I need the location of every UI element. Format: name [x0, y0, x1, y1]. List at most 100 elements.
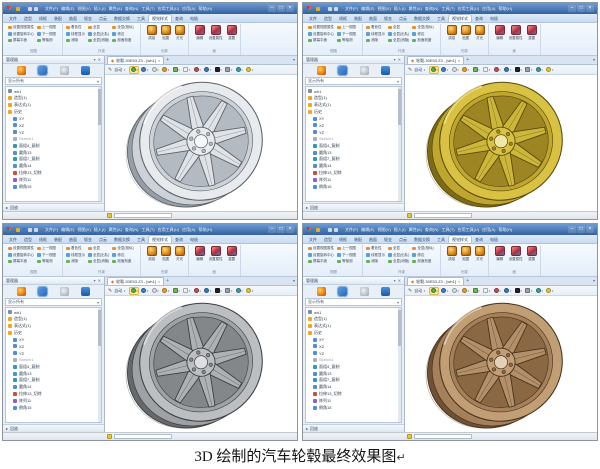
feature-tree-item[interactable]: 倒角15: [6, 183, 101, 190]
feature-tree-item[interactable]: 圆角14: [306, 163, 401, 170]
manager-tab-icon[interactable]: [359, 66, 369, 75]
menu-item[interactable]: 帮助(H): [499, 6, 513, 12]
manager-tab-icon[interactable]: [337, 286, 349, 297]
quick-access-icon[interactable]: [316, 6, 320, 11]
filter-icon[interactable]: [107, 213, 112, 218]
close-icon[interactable]: ×: [458, 279, 460, 284]
feature-tree-item[interactable]: 阵列11: [306, 176, 401, 183]
display-mode-button[interactable]: ▾: [214, 67, 222, 73]
ribbon-command[interactable]: 设置视图属性: [308, 25, 334, 30]
ribbon-command-large[interactable]: 烘焙: [446, 25, 457, 41]
ribbon-command[interactable]: 着色性: [366, 25, 385, 30]
feature-tree-item[interactable]: XZ: [6, 122, 101, 129]
manager-tab-icon[interactable]: [37, 65, 49, 76]
ribbon-command[interactable]: 屏幕平面: [8, 38, 34, 43]
feature-tree-item[interactable]: 拉伸13_切除: [306, 391, 401, 398]
ribbon-command[interactable]: 上一视图: [337, 25, 356, 30]
new-tab-button[interactable]: +: [166, 277, 169, 285]
scrollbar-thumb[interactable]: [98, 89, 101, 126]
feature-tree-item[interactable]: YZ: [306, 350, 401, 357]
edit-icon[interactable]: ✎: [408, 67, 412, 73]
display-mode-button[interactable]: ▾: [483, 288, 491, 294]
scrollbar[interactable]: [398, 87, 401, 201]
feature-tree-item[interactable]: XZ: [6, 343, 101, 350]
menu-item[interactable]: 帮助(H): [199, 227, 213, 233]
close-icon[interactable]: ×: [158, 58, 160, 63]
scrollbar[interactable]: [98, 308, 101, 422]
menu-item[interactable]: 插入(I): [94, 6, 106, 12]
ribbon-command-large[interactable]: 重置: [526, 25, 537, 41]
manager-tab-icon[interactable]: [317, 287, 327, 296]
display-filter-dropdown[interactable]: 显示所有 ▾: [305, 77, 402, 85]
ribbon-tab[interactable]: 文件: [6, 236, 20, 243]
ribbon-command[interactable]: 线框显示: [366, 253, 385, 258]
display-mode-button[interactable]: ▾: [504, 288, 512, 294]
ribbon-tab[interactable]: 点云: [396, 236, 410, 243]
ribbon-tab[interactable]: 文件: [6, 15, 20, 22]
manager-tab-icon[interactable]: [317, 66, 327, 75]
menu-item[interactable]: 属性(A): [109, 6, 122, 12]
feature-tree-item[interactable]: 倒角15: [6, 404, 101, 411]
menu-item[interactable]: 属性(A): [409, 6, 422, 12]
feature-tree-item[interactable]: 倒角15: [306, 404, 401, 411]
ribbon-tab[interactable]: 查询: [472, 236, 486, 243]
feature-tree-item[interactable]: 阵列11: [6, 176, 101, 183]
feature-tree-item[interactable]: wh1: [306, 309, 401, 316]
viewport[interactable]: [405, 296, 597, 432]
ribbon-command[interactable]: 全显: [88, 246, 109, 251]
feature-tree-item[interactable]: 拉伸13_切除: [6, 391, 101, 398]
feature-tree-item[interactable]: 历史: [306, 108, 401, 115]
feature-tree-item[interactable]: 表达式(1): [306, 323, 401, 330]
display-filter-dropdown[interactable]: 显示所有 ▾: [5, 77, 102, 85]
feature-tree-item[interactable]: 圆角13: [6, 370, 101, 377]
ribbon-tab[interactable]: 装配: [351, 15, 365, 22]
ribbon-tab[interactable]: 装配: [51, 15, 65, 22]
manager-tab-icon[interactable]: [80, 287, 90, 296]
feature-tree-item[interactable]: 表达式(1): [306, 102, 401, 109]
ribbon-command-large[interactable]: 烘焙: [146, 25, 157, 41]
quick-access-icon[interactable]: [16, 6, 20, 11]
manager-tab-icon[interactable]: [80, 66, 90, 75]
ribbon-command[interactable]: 全显: [88, 25, 109, 30]
ribbon-command-large[interactable]: 重置: [226, 25, 237, 41]
scrollbar-thumb[interactable]: [398, 89, 401, 126]
display-mode-button[interactable]: ▾: [193, 288, 201, 294]
menu-item[interactable]: 插入(I): [394, 6, 406, 12]
display-mode-button[interactable]: ▾: [193, 67, 201, 73]
new-tab-button[interactable]: +: [466, 277, 469, 285]
ribbon-tab[interactable]: 工具: [134, 15, 148, 22]
display-mode-button[interactable]: ▾: [246, 67, 254, 73]
menu-item[interactable]: 文件(F): [45, 6, 58, 12]
display-mode-button[interactable]: ▾: [546, 288, 554, 294]
feature-tree-item[interactable]: wh1: [6, 309, 101, 316]
feature-tree-item[interactable]: 圆角13: [306, 149, 401, 156]
feature-tree-item[interactable]: XY: [306, 115, 401, 122]
ribbon-tab[interactable]: 文件: [306, 236, 320, 243]
document-tab[interactable]: ◆ 轮毂-30E53.Z3 - [wh1] ×: [407, 277, 465, 285]
display-mode-button[interactable]: ▾: [535, 67, 543, 73]
feature-tree-item[interactable]: 历史: [6, 108, 101, 115]
feature-tree-item[interactable]: XY: [6, 115, 101, 122]
menu-item[interactable]: 文件(F): [45, 227, 58, 233]
ribbon-tab[interactable]: 电极: [187, 236, 201, 243]
ribbon-command-large[interactable]: 重置: [526, 246, 537, 262]
display-mode-button[interactable]: ▾: [546, 67, 554, 73]
menu-item[interactable]: 工具(T): [141, 6, 154, 12]
display-mode-button[interactable]: ▾: [151, 67, 159, 73]
ribbon-command[interactable]: 全显: [388, 246, 409, 251]
ribbon-tab[interactable]: 查询: [472, 15, 486, 22]
feature-tree-item[interactable]: 拉伸13_切除: [306, 170, 401, 177]
ribbon-command[interactable]: 线框显示: [66, 253, 85, 258]
filter-icon[interactable]: [407, 434, 412, 439]
auto-dropdown[interactable]: 自动 ▾: [114, 288, 125, 294]
quick-access-icon[interactable]: [22, 6, 26, 11]
ribbon-command[interactable]: 屏幕平面: [308, 38, 334, 43]
ribbon-command[interactable]: 消隐: [366, 38, 385, 43]
display-filter-dropdown[interactable]: 显示所有 ▾: [5, 298, 102, 306]
menu-item[interactable]: 编辑(E): [61, 6, 74, 12]
status-filter-input[interactable]: [414, 434, 472, 439]
close-icon[interactable]: ✕: [98, 278, 101, 283]
ribbon-command[interactable]: 消隐: [66, 38, 85, 43]
window-control-button[interactable]: ×: [586, 226, 594, 233]
ribbon-command[interactable]: 下一视图: [337, 253, 356, 258]
